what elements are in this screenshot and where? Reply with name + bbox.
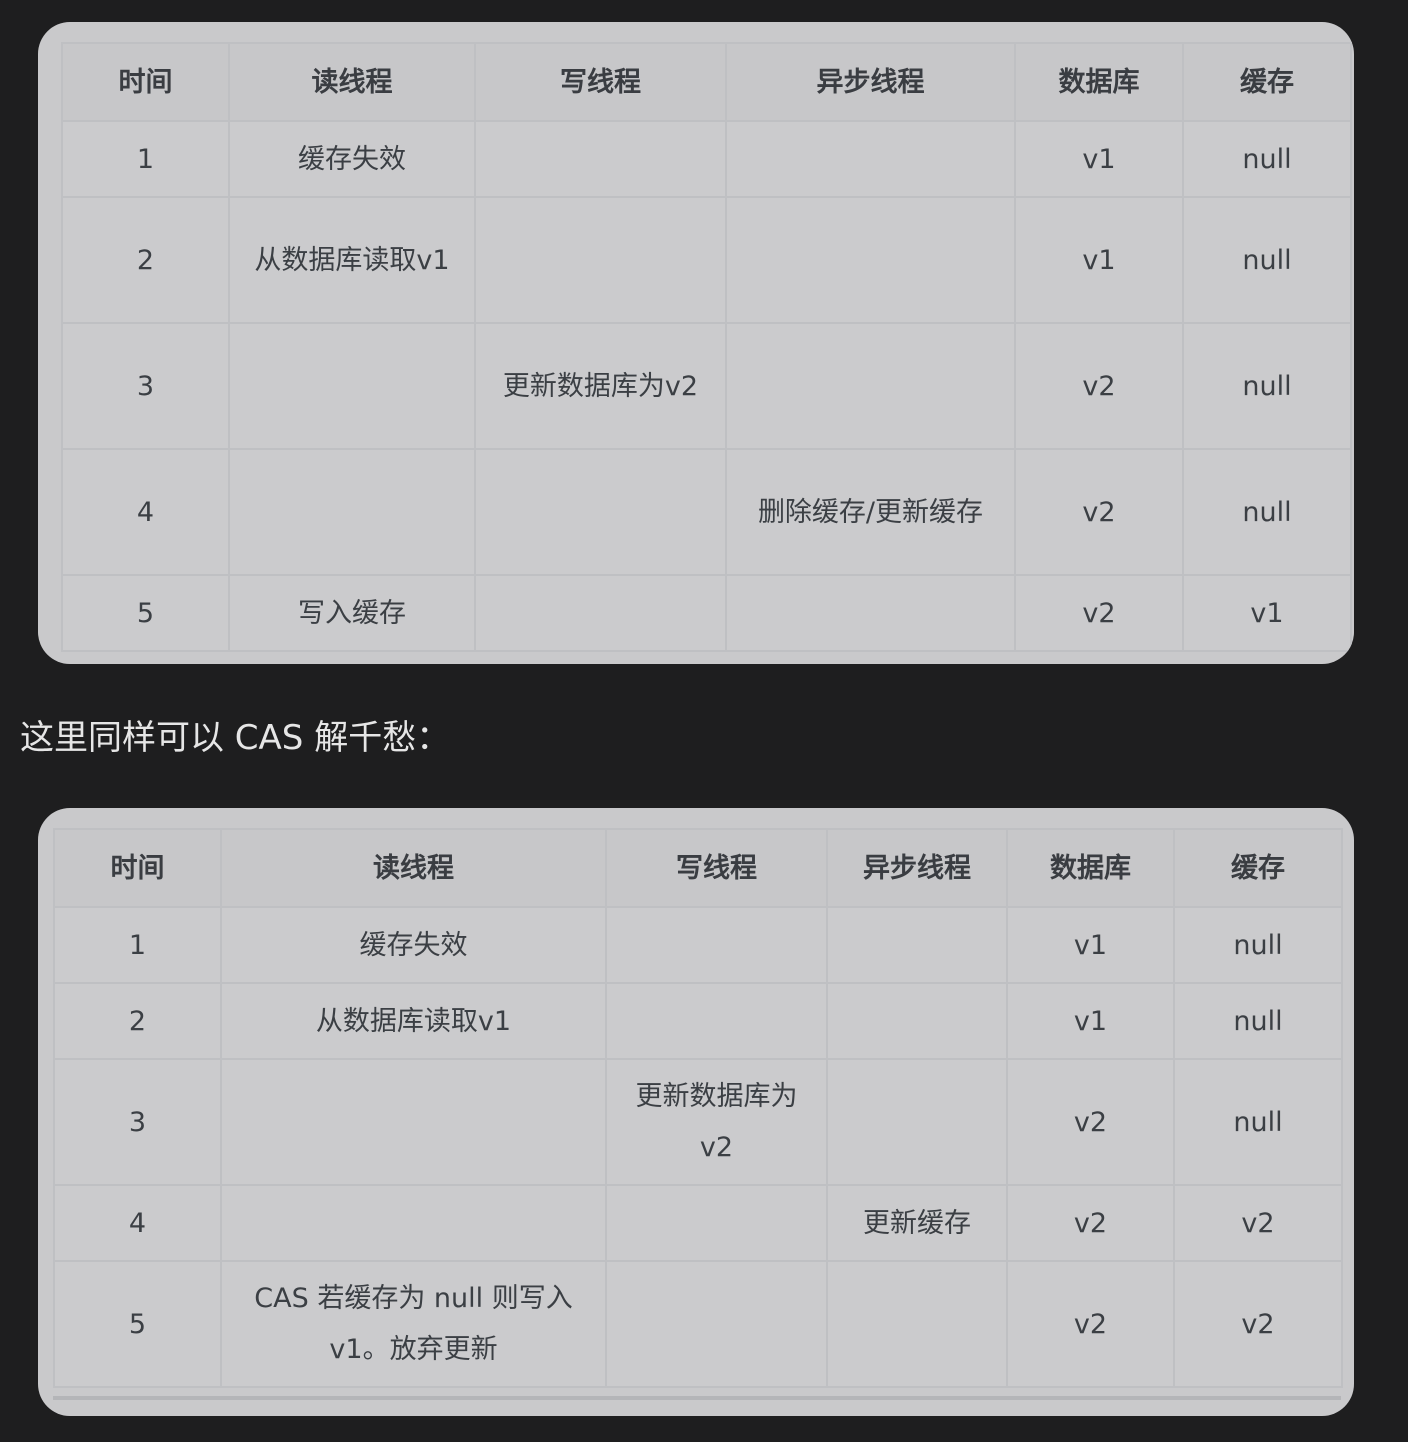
cell-read-thread: 从数据库读取v1 — [220, 982, 607, 1060]
cell-time: 5 — [61, 574, 230, 652]
cell-time: 3 — [61, 322, 230, 450]
cell-cache: v2 — [1173, 1184, 1343, 1262]
cell-cache: null — [1182, 322, 1352, 450]
cell-database: v1 — [1014, 120, 1184, 198]
header-cache: 缓存 — [1173, 828, 1343, 908]
table-row: 2 从数据库读取v1 v1 null — [61, 196, 1352, 324]
cell-async-thread — [826, 1260, 1008, 1388]
cell-database: v2 — [1014, 322, 1184, 450]
table-row: 3 更新数据库为v2 v2 null — [61, 322, 1352, 450]
table-row: 5 写入缓存 v2 v1 — [61, 574, 1352, 652]
thread-timeline-table-2: 时间 读线程 写线程 异步线程 数据库 缓存 1 缓存失效 v1 null 2 … — [53, 828, 1343, 1388]
header-database: 数据库 — [1014, 42, 1184, 122]
cell-time: 2 — [61, 196, 230, 324]
header-write-thread: 写线程 — [605, 828, 828, 908]
header-read-thread: 读线程 — [228, 42, 476, 122]
cell-cache: v2 — [1173, 1260, 1343, 1388]
table-card-1: 时间 读线程 写线程 异步线程 数据库 缓存 1 缓存失效 v1 null 2 … — [38, 22, 1354, 664]
header-database: 数据库 — [1006, 828, 1175, 908]
cell-read-thread: 写入缓存 — [228, 574, 476, 652]
cell-async-thread — [725, 574, 1016, 652]
cell-write-thread — [605, 1184, 828, 1262]
cell-time: 1 — [61, 120, 230, 198]
cell-cache: null — [1173, 1058, 1343, 1186]
header-write-thread: 写线程 — [474, 42, 727, 122]
cell-read-thread — [228, 448, 476, 576]
header-read-thread: 读线程 — [220, 828, 607, 908]
cell-cache: null — [1182, 120, 1352, 198]
cell-write-thread: 更新数据库为v2 — [474, 322, 727, 450]
cell-cache: null — [1182, 448, 1352, 576]
cell-time: 1 — [53, 906, 222, 984]
table-row: 4 删除缓存/更新缓存 v2 null — [61, 448, 1352, 576]
cell-async-thread — [826, 906, 1008, 984]
cell-write-thread — [474, 574, 727, 652]
header-time: 时间 — [53, 828, 222, 908]
cell-time: 4 — [61, 448, 230, 576]
caption-text: 这里同样可以 CAS 解千愁： — [20, 718, 451, 758]
header-cache: 缓存 — [1182, 42, 1352, 122]
header-async-thread: 异步线程 — [826, 828, 1008, 908]
cell-read-thread: 缓存失效 — [228, 120, 476, 198]
header-time: 时间 — [61, 42, 230, 122]
table-row: 2 从数据库读取v1 v1 null — [53, 982, 1343, 1060]
cell-write-thread — [474, 196, 727, 324]
table-header-row: 时间 读线程 写线程 异步线程 数据库 缓存 — [53, 828, 1343, 908]
cell-async-thread — [826, 1058, 1008, 1186]
cell-time: 2 — [53, 982, 222, 1060]
cell-database: v1 — [1014, 196, 1184, 324]
cell-database: v1 — [1006, 906, 1175, 984]
table-row: 1 缓存失效 v1 null — [61, 120, 1352, 198]
cell-async-thread: 更新缓存 — [826, 1184, 1008, 1262]
cell-async-thread — [725, 322, 1016, 450]
cell-read-thread: 缓存失效 — [220, 906, 607, 984]
cell-cache: null — [1182, 196, 1352, 324]
cell-database: v1 — [1006, 982, 1175, 1060]
cell-time: 3 — [53, 1058, 222, 1186]
cell-read-thread: CAS 若缓存为 null 则写入 v1。放弃更新 — [220, 1260, 607, 1388]
table-row: 1 缓存失效 v1 null — [53, 906, 1343, 984]
cell-database: v2 — [1006, 1058, 1175, 1186]
cell-write-thread — [605, 1260, 828, 1388]
table-header-row: 时间 读线程 写线程 异步线程 数据库 缓存 — [61, 42, 1352, 122]
cell-write-thread — [474, 120, 727, 198]
cell-cache: v1 — [1182, 574, 1352, 652]
cell-cache: null — [1173, 982, 1343, 1060]
thread-timeline-table-1: 时间 读线程 写线程 异步线程 数据库 缓存 1 缓存失效 v1 null 2 … — [61, 42, 1352, 652]
cell-read-thread — [220, 1058, 607, 1186]
cell-cache: null — [1173, 906, 1343, 984]
cell-database: v2 — [1014, 574, 1184, 652]
cell-async-thread — [725, 196, 1016, 324]
cell-read-thread — [228, 322, 476, 450]
cell-database: v2 — [1006, 1184, 1175, 1262]
cell-write-thread — [605, 906, 828, 984]
cell-read-thread: 从数据库读取v1 — [228, 196, 476, 324]
table-row: 4 更新缓存 v2 v2 — [53, 1184, 1343, 1262]
header-async-thread: 异步线程 — [725, 42, 1016, 122]
cell-write-thread — [605, 982, 828, 1060]
cell-async-thread — [725, 120, 1016, 198]
cell-database: v2 — [1014, 448, 1184, 576]
table-row: 5 CAS 若缓存为 null 则写入 v1。放弃更新 v2 v2 — [53, 1260, 1343, 1388]
table-card-2: 时间 读线程 写线程 异步线程 数据库 缓存 1 缓存失效 v1 null 2 … — [38, 808, 1354, 1416]
cell-database: v2 — [1006, 1260, 1175, 1388]
cell-write-thread: 更新数据库为v2 — [605, 1058, 828, 1186]
cell-time: 4 — [53, 1184, 222, 1262]
cell-write-thread — [474, 448, 727, 576]
cell-time: 5 — [53, 1260, 222, 1388]
cell-read-thread — [220, 1184, 607, 1262]
table-row: 3 更新数据库为v2 v2 null — [53, 1058, 1343, 1186]
cell-async-thread — [826, 982, 1008, 1060]
cell-async-thread: 删除缓存/更新缓存 — [725, 448, 1016, 576]
table-bottom-border — [53, 1396, 1341, 1400]
